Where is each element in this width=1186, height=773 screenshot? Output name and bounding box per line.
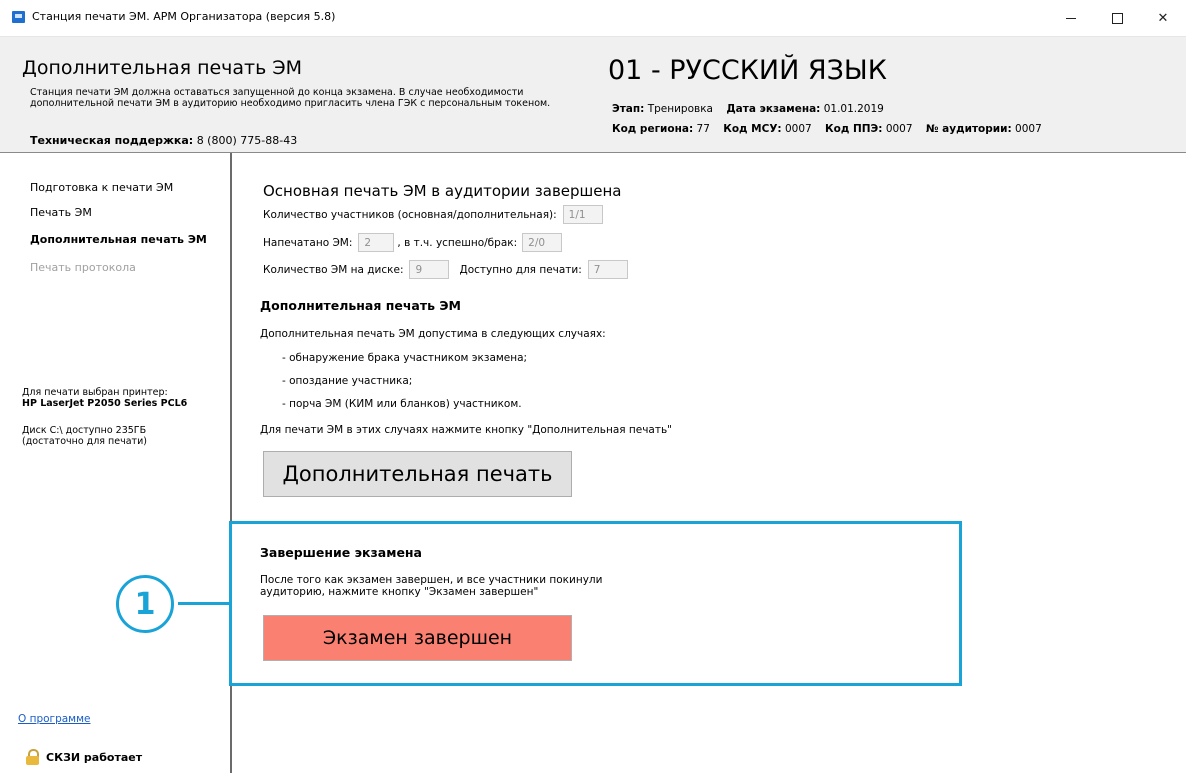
maximize-button[interactable] bbox=[1094, 0, 1140, 36]
close-button[interactable]: ✕ bbox=[1140, 0, 1186, 36]
printed-row: Напечатано ЭМ: 2 , в т.ч. успешно/брак: … bbox=[263, 233, 563, 252]
case-item: - обнаружение брака участником экзамена; bbox=[282, 352, 528, 364]
participants-row: Количество участников (основная/дополнит… bbox=[263, 205, 603, 224]
room-value: 0007 bbox=[1015, 123, 1042, 135]
sidebar-item-print-protocol: Печать протокола bbox=[30, 261, 136, 274]
available-label: Доступно для печати: bbox=[459, 263, 582, 276]
window-titlebar: Станция печати ЭМ. АРМ Организатора (вер… bbox=[0, 0, 1186, 37]
ppe-value: 0007 bbox=[885, 123, 913, 135]
region-value: 77 bbox=[696, 123, 710, 135]
close-icon: ✕ bbox=[1157, 10, 1169, 26]
printed-field: 2 bbox=[358, 233, 395, 252]
exam-meta-row1: Этап: Тренировка Дата экзамена: 01.01.20… bbox=[612, 103, 884, 115]
minimize-icon bbox=[1066, 17, 1076, 19]
window-title: Станция печати ЭМ. АРМ Организатора (вер… bbox=[32, 10, 336, 23]
disk-info: Диск C:\ доступно 235ГБ bbox=[22, 425, 147, 436]
sidebar: Подготовка к печати ЭМ Печать ЭМ Дополни… bbox=[0, 153, 232, 773]
case-item: - порча ЭМ (КИМ или бланков) участником. bbox=[282, 398, 522, 410]
finish-description: После того как экзамен завершен, и все у… bbox=[260, 574, 603, 598]
header-description: Станция печати ЭМ должна оставаться запу… bbox=[30, 87, 551, 109]
participants-label: Количество участников (основная/дополнит… bbox=[263, 208, 557, 221]
maximize-icon bbox=[1111, 12, 1123, 24]
printer-label: Для печати выбран принтер: bbox=[22, 387, 168, 398]
support-info: Техническая поддержка: 8 (800) 775-88-43 bbox=[30, 134, 297, 147]
room-label: № аудитории: bbox=[925, 123, 1012, 135]
available-field: 7 bbox=[587, 260, 628, 279]
success-field: 2/0 bbox=[522, 233, 563, 252]
sidebar-item-print-em[interactable]: Печать ЭМ bbox=[30, 206, 92, 219]
about-link[interactable]: О программе bbox=[18, 713, 90, 725]
disk-sufficiency: (достаточно для печати) bbox=[22, 436, 147, 447]
disk-count-field: 9 bbox=[409, 260, 450, 279]
msu-value: 0007 bbox=[784, 123, 812, 135]
subject-title: 01 - РУССКИЙ ЯЗЫК bbox=[608, 55, 887, 86]
sidebar-item-print-prep[interactable]: Подготовка к печати ЭМ bbox=[30, 181, 173, 194]
disk-count-label: Количество ЭМ на диске: bbox=[263, 263, 404, 276]
success-label: , в т.ч. успешно/брак: bbox=[397, 236, 518, 249]
extra-print-hint: Для печати ЭМ в этих случаях нажмите кно… bbox=[260, 424, 673, 436]
section-title: Основная печать ЭМ в аудитории завершена bbox=[263, 182, 622, 200]
extra-print-intro: Дополнительная печать ЭМ допустима в сле… bbox=[260, 328, 606, 340]
sidebar-item-extra-print[interactable]: Дополнительная печать ЭМ bbox=[30, 233, 207, 246]
printer-name: HP LaserJet P2050 Series PCL6 bbox=[22, 398, 188, 409]
callout-connector bbox=[178, 602, 229, 605]
participants-field: 1/1 bbox=[562, 205, 603, 224]
finish-title: Завершение экзамена bbox=[260, 545, 422, 560]
msu-label: Код МСУ: bbox=[723, 123, 782, 135]
case-item: - опоздание участника; bbox=[282, 375, 413, 387]
stage-value: Тренировка bbox=[647, 103, 713, 115]
minimize-button[interactable] bbox=[1048, 0, 1094, 36]
skzi-status-text: СКЗИ работает bbox=[46, 750, 143, 764]
printed-label: Напечатано ЭМ: bbox=[263, 236, 353, 249]
exam-date-value: 01.01.2019 bbox=[823, 103, 884, 115]
stage-label: Этап: bbox=[612, 103, 645, 115]
app-icon bbox=[12, 11, 25, 23]
page-title: Дополнительная печать ЭМ bbox=[22, 57, 303, 79]
exam-date-label: Дата экзамена: bbox=[726, 103, 821, 115]
extra-print-button[interactable]: Дополнительная печать bbox=[263, 451, 572, 497]
region-label: Код региона: bbox=[612, 123, 694, 135]
callout-marker: 1 bbox=[116, 575, 174, 633]
exam-meta-row2: Код региона: 77 Код МСУ: 0007 Код ППЭ: 0… bbox=[612, 123, 1042, 135]
support-label: Техническая поддержка: bbox=[30, 134, 194, 147]
skzi-status: СКЗИ работает bbox=[26, 749, 142, 765]
disk-count-row: Количество ЭМ на диске: 9 Доступно для п… bbox=[263, 260, 628, 279]
exam-finished-button[interactable]: Экзамен завершен bbox=[263, 615, 572, 661]
support-phone: 8 (800) 775-88-43 bbox=[196, 134, 298, 147]
header-panel: Дополнительная печать ЭМ Станция печати … bbox=[0, 37, 1186, 153]
ppe-label: Код ППЭ: bbox=[825, 123, 883, 135]
lock-icon bbox=[26, 749, 39, 765]
extra-print-title: Дополнительная печать ЭМ bbox=[260, 298, 461, 313]
